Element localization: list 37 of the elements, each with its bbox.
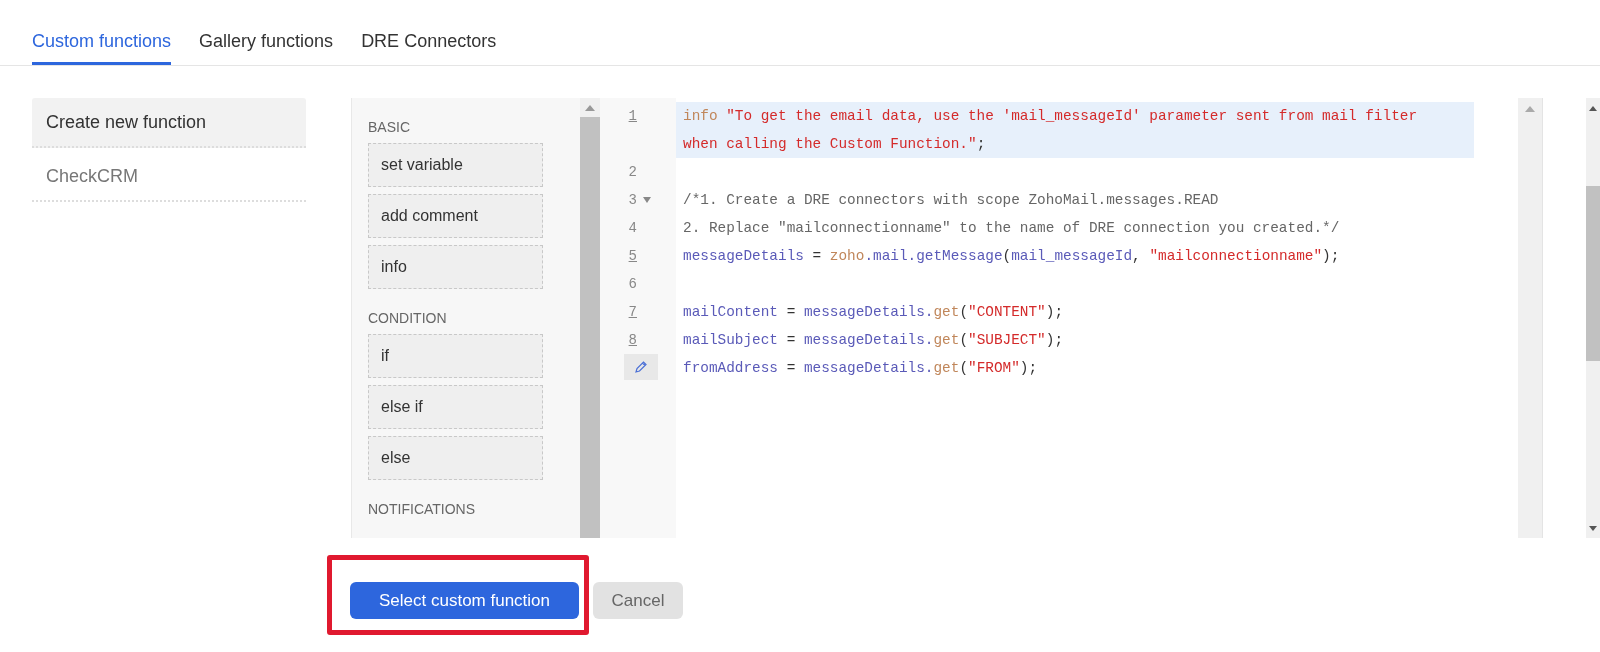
line-number: 2	[627, 163, 637, 182]
code-line: /*1. Create a DRE connectors with scope ZohoMail.messages.READ	[682, 191, 1220, 210]
palette-block[interactable]: else if	[368, 385, 543, 429]
code-line: mailSubject = messageDetails.get("SUBJECT");	[682, 331, 1065, 350]
section-heading: NOTIFICATIONS	[368, 501, 477, 517]
palette-block[interactable]: if	[368, 334, 543, 378]
scroll-down-arrow-icon[interactable]	[1589, 525, 1597, 531]
function-item[interactable]: CheckCRM	[32, 152, 306, 202]
scrollbar[interactable]	[1518, 98, 1543, 538]
palette-block[interactable]: else	[368, 436, 543, 480]
section-heading: BASIC	[368, 119, 411, 135]
palette-block[interactable]: set variable	[368, 143, 543, 187]
line-number: 5	[627, 247, 637, 266]
line-number: 7	[627, 303, 637, 322]
line-number: 1	[627, 107, 637, 126]
palette-block[interactable]: info	[368, 245, 543, 289]
code-line: messageDetails = zoho.mail.getMessage(mail_messageId, "mailconnectionname");	[682, 247, 1341, 266]
tab[interactable]: DRE Connectors	[361, 31, 497, 65]
code-line: mailContent = messageDetails.get("CONTENT");	[682, 303, 1065, 322]
function-item[interactable]: Create new function	[32, 98, 306, 148]
line-number: 3	[627, 191, 637, 210]
scroll-up-arrow-icon[interactable]	[1589, 105, 1597, 111]
pencil-icon[interactable]	[634, 360, 649, 374]
fold-arrow-icon[interactable]	[643, 197, 651, 203]
code-line: fromAddress = messageDetails.get("FROM");	[682, 359, 1039, 378]
select-custom-function-button[interactable]: Select custom function	[350, 582, 579, 619]
edit-marker[interactable]	[624, 354, 659, 380]
tab[interactable]: Custom functions	[32, 31, 172, 65]
tab[interactable]: Gallery functions	[199, 31, 334, 65]
scrollbar[interactable]	[580, 98, 600, 538]
line-number: 8	[627, 331, 637, 350]
section-heading: CONDITION	[368, 310, 448, 326]
line-number: 4	[627, 219, 637, 238]
cancel-button[interactable]: Cancel	[593, 582, 683, 619]
line-number: 6	[627, 275, 637, 294]
code-line: 2. Replace "mailconnectionname" to the name of DRE connection you created.*/	[682, 219, 1341, 238]
palette-block[interactable]: add comment	[368, 194, 543, 238]
